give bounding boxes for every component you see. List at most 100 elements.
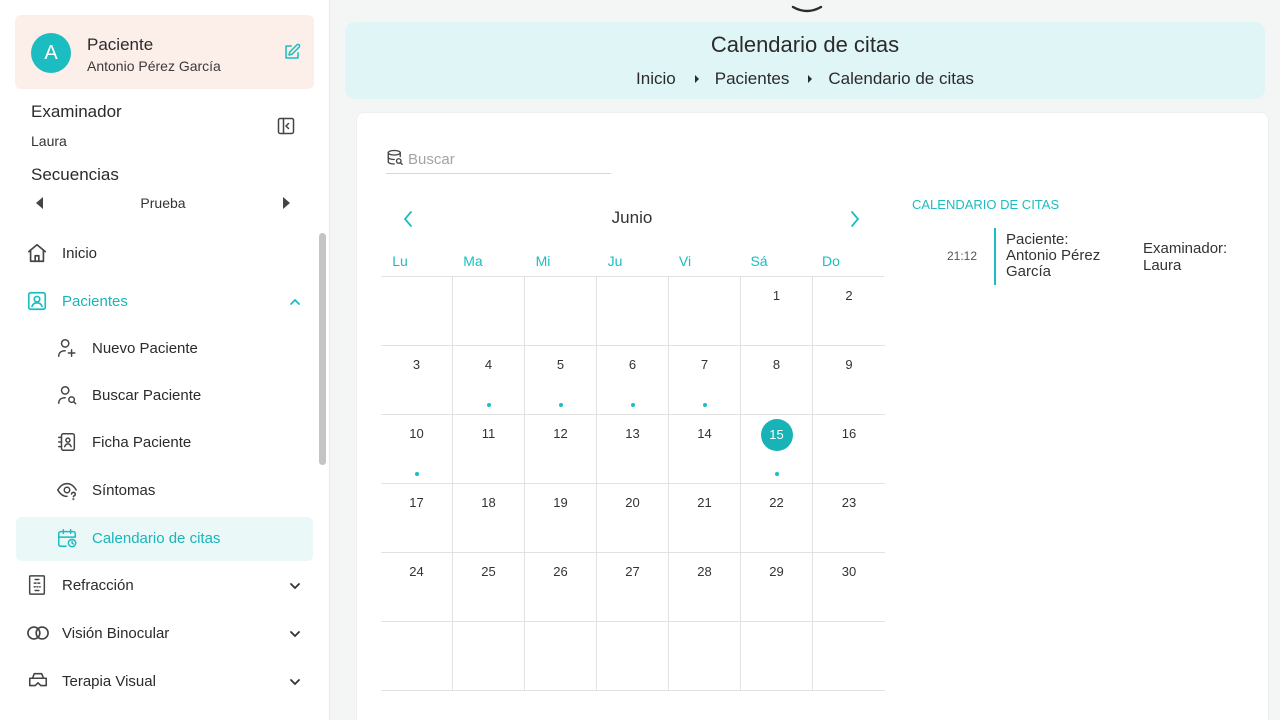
event-time: 21:12: [947, 249, 978, 263]
search-input[interactable]: [408, 149, 608, 169]
calendar-day-cell[interactable]: 30: [813, 553, 885, 622]
calendar-day-cell[interactable]: 4: [453, 346, 525, 415]
calendar-day-cell[interactable]: 24: [381, 553, 453, 622]
calendar-day-cell[interactable]: [453, 622, 525, 691]
calendar-day-cell[interactable]: 5: [525, 346, 597, 415]
day-number: 28: [697, 564, 712, 579]
calendar-day-cell[interactable]: [669, 277, 741, 346]
nav-item-inicio[interactable]: Inicio: [16, 232, 313, 276]
calendar-day-cell[interactable]: [525, 622, 597, 691]
chevron-down-icon: [288, 579, 302, 598]
calendar-day-cell[interactable]: [525, 277, 597, 346]
nav-label: Refracción: [62, 577, 134, 594]
edit-icon[interactable]: [283, 43, 301, 66]
nav-item-vision-binocular[interactable]: Visión Binocular: [16, 612, 313, 656]
weekday-label: Sá: [750, 253, 768, 269]
nav-item-refraccion[interactable]: Refracción: [16, 564, 313, 608]
calendar-day-cell[interactable]: 13: [597, 415, 669, 484]
calendar-day-cell[interactable]: [597, 277, 669, 346]
avatar: A: [31, 33, 71, 73]
nav-item-ficha-paciente[interactable]: Ficha Paciente: [16, 421, 313, 465]
event-dot: [559, 403, 563, 407]
caret-right-icon: [807, 69, 813, 89]
calendar-day-cell[interactable]: 9: [813, 346, 885, 415]
day-number: 22: [769, 495, 784, 510]
day-number: 29: [769, 564, 784, 579]
calendar-day-cell[interactable]: 14: [669, 415, 741, 484]
nav-item-nuevo-paciente[interactable]: Nuevo Paciente: [16, 327, 313, 371]
chevron-down-icon[interactable]: [790, 2, 824, 21]
calendar-day-cell[interactable]: 17: [381, 484, 453, 553]
calendar-day-cell[interactable]: [669, 622, 741, 691]
sidebar: A Paciente Antonio Pérez García Examinad…: [0, 0, 330, 720]
patient-card-title: Paciente: [87, 35, 154, 54]
weekday-label: Do: [822, 253, 840, 269]
calendar-day-cell[interactable]: [813, 622, 885, 691]
patient-name: Antonio Pérez García: [87, 58, 221, 74]
calendar-day-cell[interactable]: 26: [525, 553, 597, 622]
chevron-down-icon: [288, 675, 302, 694]
nav-item-terapia-visual[interactable]: Terapia Visual: [16, 660, 313, 704]
weekday-label: Ma: [463, 253, 483, 269]
vr-headset-icon: [26, 670, 50, 697]
calendar-day-cell[interactable]: 2: [813, 277, 885, 346]
calendar-day-cell[interactable]: [597, 622, 669, 691]
nav-label: Terapia Visual: [62, 673, 156, 690]
nav-item-buscar-paciente[interactable]: Buscar Paciente: [16, 374, 313, 418]
calendar-day-cell[interactable]: 20: [597, 484, 669, 553]
calendar-day-cell[interactable]: 19: [525, 484, 597, 553]
day-number: 19: [553, 495, 568, 510]
event-examiner: Examinador: Laura: [1143, 240, 1228, 274]
calendar-day-cell[interactable]: 29: [741, 553, 813, 622]
calendar-day-cell[interactable]: [741, 622, 813, 691]
calendar-day-cell[interactable]: [453, 277, 525, 346]
calendar-day-cell[interactable]: 7: [669, 346, 741, 415]
calendar-card: Junio Lu Ma Mi Ju Vi Sá Do 1234567891011…: [356, 112, 1269, 720]
calendar-day-cell[interactable]: 3: [381, 346, 453, 415]
calendar-day-cell[interactable]: 16: [813, 415, 885, 484]
examiner-value: Laura: [31, 133, 67, 149]
day-number: 18: [481, 495, 496, 510]
binocular-rings-icon: [26, 622, 50, 649]
calendar-day-cell[interactable]: 21: [669, 484, 741, 553]
nav-label: Ficha Paciente: [92, 434, 192, 451]
event-accent-bar: [994, 228, 996, 285]
calendar-day-cell[interactable]: 6: [597, 346, 669, 415]
user-search-icon: [56, 384, 78, 411]
calendar-day-cell[interactable]: 1: [741, 277, 813, 346]
calendar-day-cell[interactable]: 23: [813, 484, 885, 553]
event-item[interactable]: 21:12 Paciente: Antonio Pérez García Exa…: [947, 228, 1247, 286]
event-dot: [415, 472, 419, 476]
calendar-day-cell[interactable]: 10: [381, 415, 453, 484]
calendar-day-cell[interactable]: 12: [525, 415, 597, 484]
calendar-day-cell[interactable]: 15: [741, 415, 813, 484]
calendar-day-cell[interactable]: 28: [669, 553, 741, 622]
eye-chart-icon: [26, 574, 48, 601]
sidebar-scrollbar[interactable]: [319, 233, 326, 465]
nav-label: Inicio: [62, 245, 98, 262]
event-dot: [487, 403, 491, 407]
breadcrumb-item-inicio[interactable]: Inicio: [636, 69, 676, 89]
calendar-day-cell[interactable]: 18: [453, 484, 525, 553]
calendar-day-cell[interactable]: 22: [741, 484, 813, 553]
calendar-day-cell[interactable]: 11: [453, 415, 525, 484]
nav-item-sintomas[interactable]: Síntomas: [16, 469, 313, 513]
chevron-right-icon[interactable]: [849, 210, 861, 233]
calendar-day-cell[interactable]: 8: [741, 346, 813, 415]
calendar-day-cell[interactable]: [381, 622, 453, 691]
calendar-day-cell[interactable]: [381, 277, 453, 346]
calendar-day-cell[interactable]: 27: [597, 553, 669, 622]
sequence-next-icon[interactable]: [281, 196, 291, 215]
day-number: 11: [481, 426, 496, 441]
events-heading: CALENDARIO DE CITAS: [912, 197, 1060, 212]
contact-book-icon: [56, 431, 78, 458]
collapse-sidebar-icon[interactable]: [276, 116, 296, 141]
event-dot: [631, 403, 635, 407]
nav-item-calendario-citas[interactable]: Calendario de citas: [16, 517, 313, 561]
breadcrumb-item-pacientes[interactable]: Pacientes: [715, 69, 790, 89]
day-number: 15: [760, 419, 793, 451]
nav-item-pacientes[interactable]: Pacientes: [16, 280, 313, 324]
day-number: 10: [409, 426, 424, 441]
day-number: 17: [409, 495, 424, 510]
calendar-day-cell[interactable]: 25: [453, 553, 525, 622]
